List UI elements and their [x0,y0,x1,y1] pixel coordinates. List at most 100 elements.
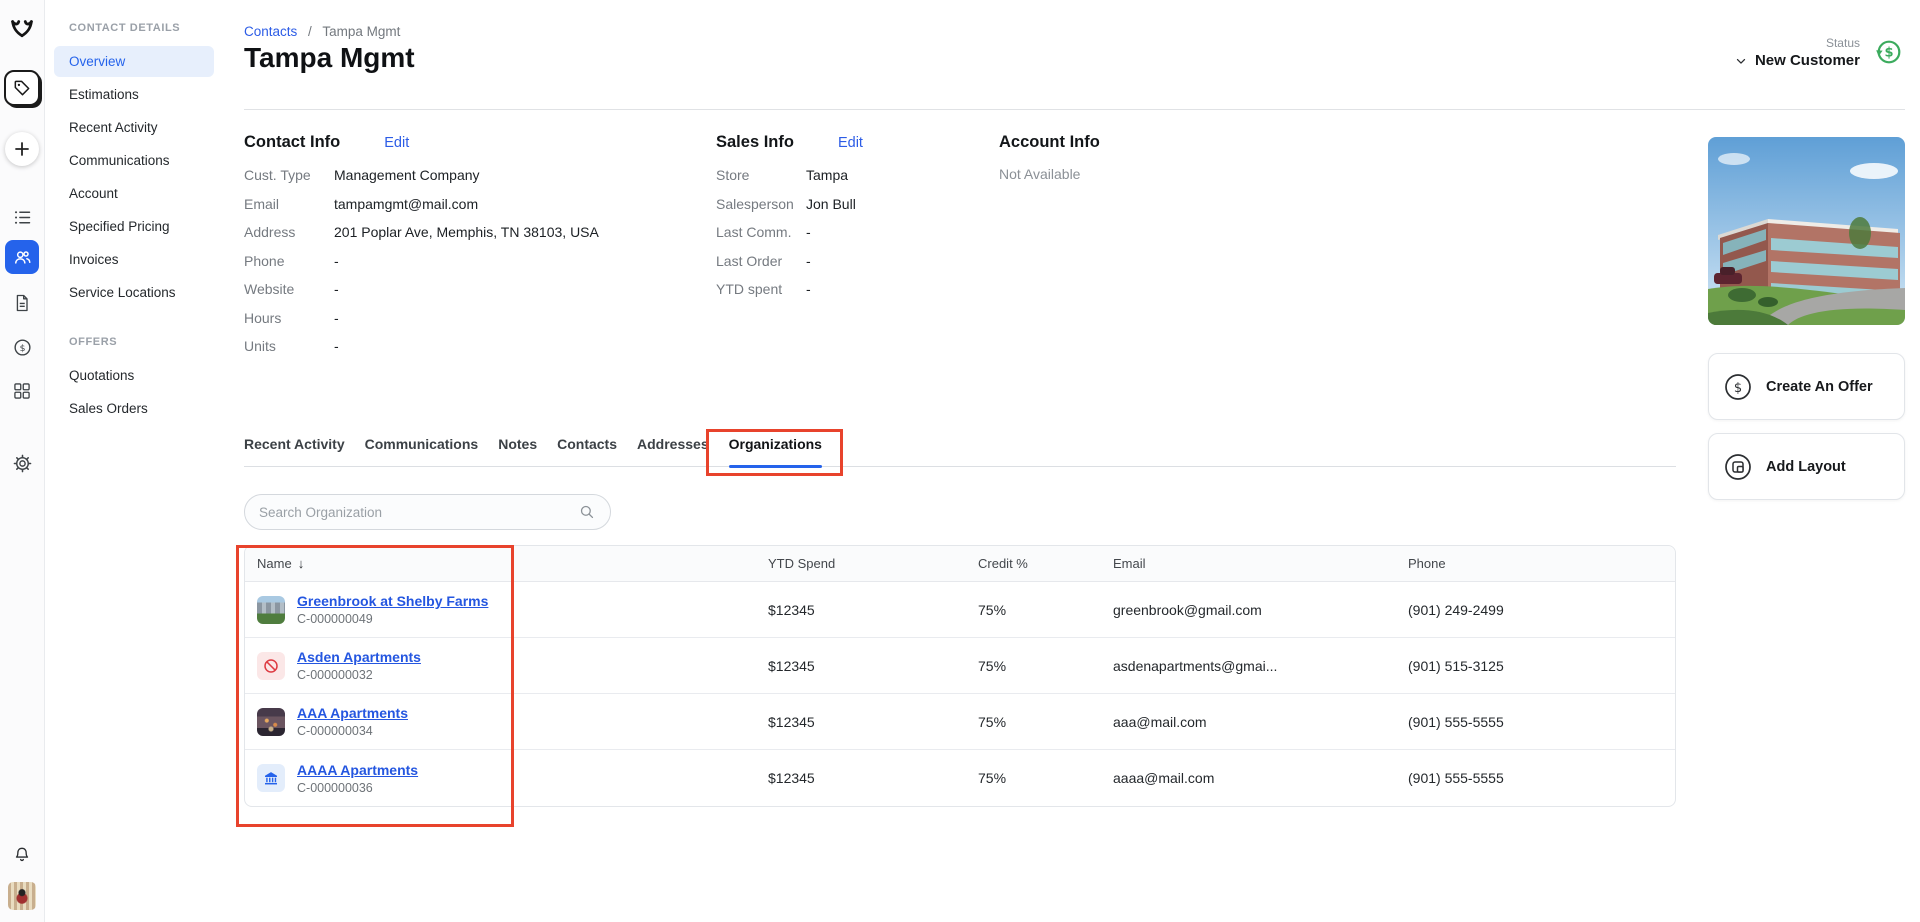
gear-icon [13,454,31,472]
field-label: Cust. Type [244,167,311,183]
contacts-nav-button[interactable] [5,240,39,274]
email-value: aaa@mail.com [1113,713,1207,730]
field-value: - [334,338,339,354]
sidebar-item-overview[interactable]: Overview [54,46,214,77]
sidebar-item-sales-orders[interactable]: Sales Orders [54,393,214,424]
field-label: Store [716,167,750,183]
add-button[interactable] [5,132,39,166]
sidebar-item-quotations[interactable]: Quotations [54,360,214,391]
billing-nav-button[interactable]: $ [7,332,37,362]
field-label: Email [244,195,280,212]
search-icon [580,505,594,519]
sidebar-item-estimations[interactable]: Estimations [54,79,214,110]
sidebar-item-invoices[interactable]: Invoices [54,244,214,275]
tag-app-button[interactable] [4,70,40,106]
add-layout-label: Add Layout [1766,458,1846,475]
bell-icon [15,847,29,862]
credit-value: 75% [978,713,1007,730]
column-header-phone[interactable]: Phone [1396,556,1675,571]
sales-info-edit-link[interactable]: Edit [838,135,863,151]
contact-info-title: Contact Info [244,133,341,151]
status-dropdown[interactable]: New Customer [1734,52,1860,69]
tab-organizations[interactable]: Organizations [728,436,823,468]
sidebar-item-service-locations[interactable]: Service Locations [54,277,214,308]
document-icon [16,294,28,312]
contact-info-edit-link[interactable]: Edit [384,135,409,151]
organization-link[interactable]: Asden Apartments [297,649,421,665]
create-offer-button[interactable]: $ Create An Offer [1708,353,1905,420]
field-value: - [334,252,339,269]
status-value: New Customer [1754,52,1860,69]
field-value: Tampa [806,167,849,183]
organization-id: C-000000036 [297,780,373,795]
field-value: Management Company [334,167,480,183]
field-value: - [334,309,339,326]
breadcrumb-contacts-link[interactable]: Contacts [244,24,297,39]
plus-icon [15,142,29,156]
sidebar-item-specified-pricing[interactable]: Specified Pricing [54,211,214,242]
detail-tabs: Recent Activity Communications Notes Con… [244,436,1676,468]
column-header-name[interactable]: Name ↓ [245,556,756,571]
add-layout-button[interactable]: Add Layout [1708,433,1905,500]
organizations-table: Name ↓ YTD Spend Credit % Email Phone Gre… [244,545,1676,807]
organization-search [244,494,611,530]
tab-notes[interactable]: Notes [498,436,537,466]
credit-value: 75% [978,601,1007,618]
svg-text:$: $ [1884,45,1893,60]
user-avatar[interactable] [8,882,36,910]
info-sections: Contact Info Edit Cust. Type Management C… [244,133,1100,366]
contact-details-sidebar: CONTACT DETAILS Overview Estimations Rec… [46,0,230,922]
sidebar-item-recent-activity[interactable]: Recent Activity [54,112,214,143]
tab-communications[interactable]: Communications [365,436,479,466]
contacts-people-icon [14,250,31,264]
sidebar-item-communications[interactable]: Communications [54,145,214,176]
phone-value: (901) 249-2499 [1408,601,1504,618]
organization-id: C-000000034 [297,724,373,738]
credit-value: 75% [978,770,1007,786]
organization-photo-thumbnail [257,595,285,624]
list-nav-button[interactable] [7,202,37,232]
bank-icon [257,764,285,792]
organization-link[interactable]: Greenbrook at Shelby Farms [297,593,488,609]
search-organization-input[interactable] [259,504,578,520]
field-label: Hours [244,309,282,326]
apps-nav-button[interactable] [7,376,37,406]
tab-recent-activity[interactable]: Recent Activity [244,436,345,466]
customer-status-dollar-icon[interactable]: $ [1873,37,1905,69]
sort-descending-icon[interactable]: ↓ [298,556,305,571]
layout-icon [1725,453,1751,480]
column-header-credit[interactable]: Credit % [966,556,1101,571]
field-value: 201 Poplar Ave, Memphis, TN 38103, USA [334,224,599,240]
ytd-spend-value: $12345 [768,657,815,674]
field-value: tampamgmt@mail.com [334,195,479,212]
organization-id: C-000000032 [297,668,373,682]
documents-nav-button[interactable] [7,288,37,318]
field-value: - [806,281,811,297]
dollar-circle-icon: $ [13,338,31,356]
ytd-spend-value: $12345 [768,601,815,618]
breadcrumb-separator: / [308,24,312,39]
phone-value: (901) 555-5555 [1408,713,1504,730]
notifications-button[interactable] [7,840,37,870]
app-logo-icon[interactable] [7,16,37,46]
settings-button[interactable] [7,448,37,478]
tab-contacts[interactable]: Contacts [557,436,617,466]
table-row: AAA Apartments C-000000034 $12345 75% aa… [245,694,1675,750]
sidebar-section-title-offers: OFFERS [69,336,118,348]
column-header-ytd-spend[interactable]: YTD Spend [756,556,966,571]
sidebar-item-account[interactable]: Account [54,178,214,209]
phone-value: (901) 515-3125 [1408,657,1504,674]
organization-link[interactable]: AAA Apartments [297,705,408,721]
table-row: AAAA Apartments C-000000036 $12345 75% a… [245,750,1675,806]
organization-link[interactable]: AAAA Apartments [297,762,418,778]
phone-value: (901) 555-5555 [1408,770,1504,786]
offer-dollar-icon: $ [1725,373,1751,400]
field-label: Phone [244,252,285,269]
list-icon [14,210,30,224]
account-info-title: Account Info [999,133,1100,151]
sales-info-section: Sales Info Edit Store Tampa Salesperson Jo… [716,133,999,366]
column-header-email[interactable]: Email [1101,556,1396,571]
tab-addresses[interactable]: Addresses [637,436,709,466]
ytd-spend-value: $12345 [768,713,815,730]
tag-icon [14,80,30,96]
